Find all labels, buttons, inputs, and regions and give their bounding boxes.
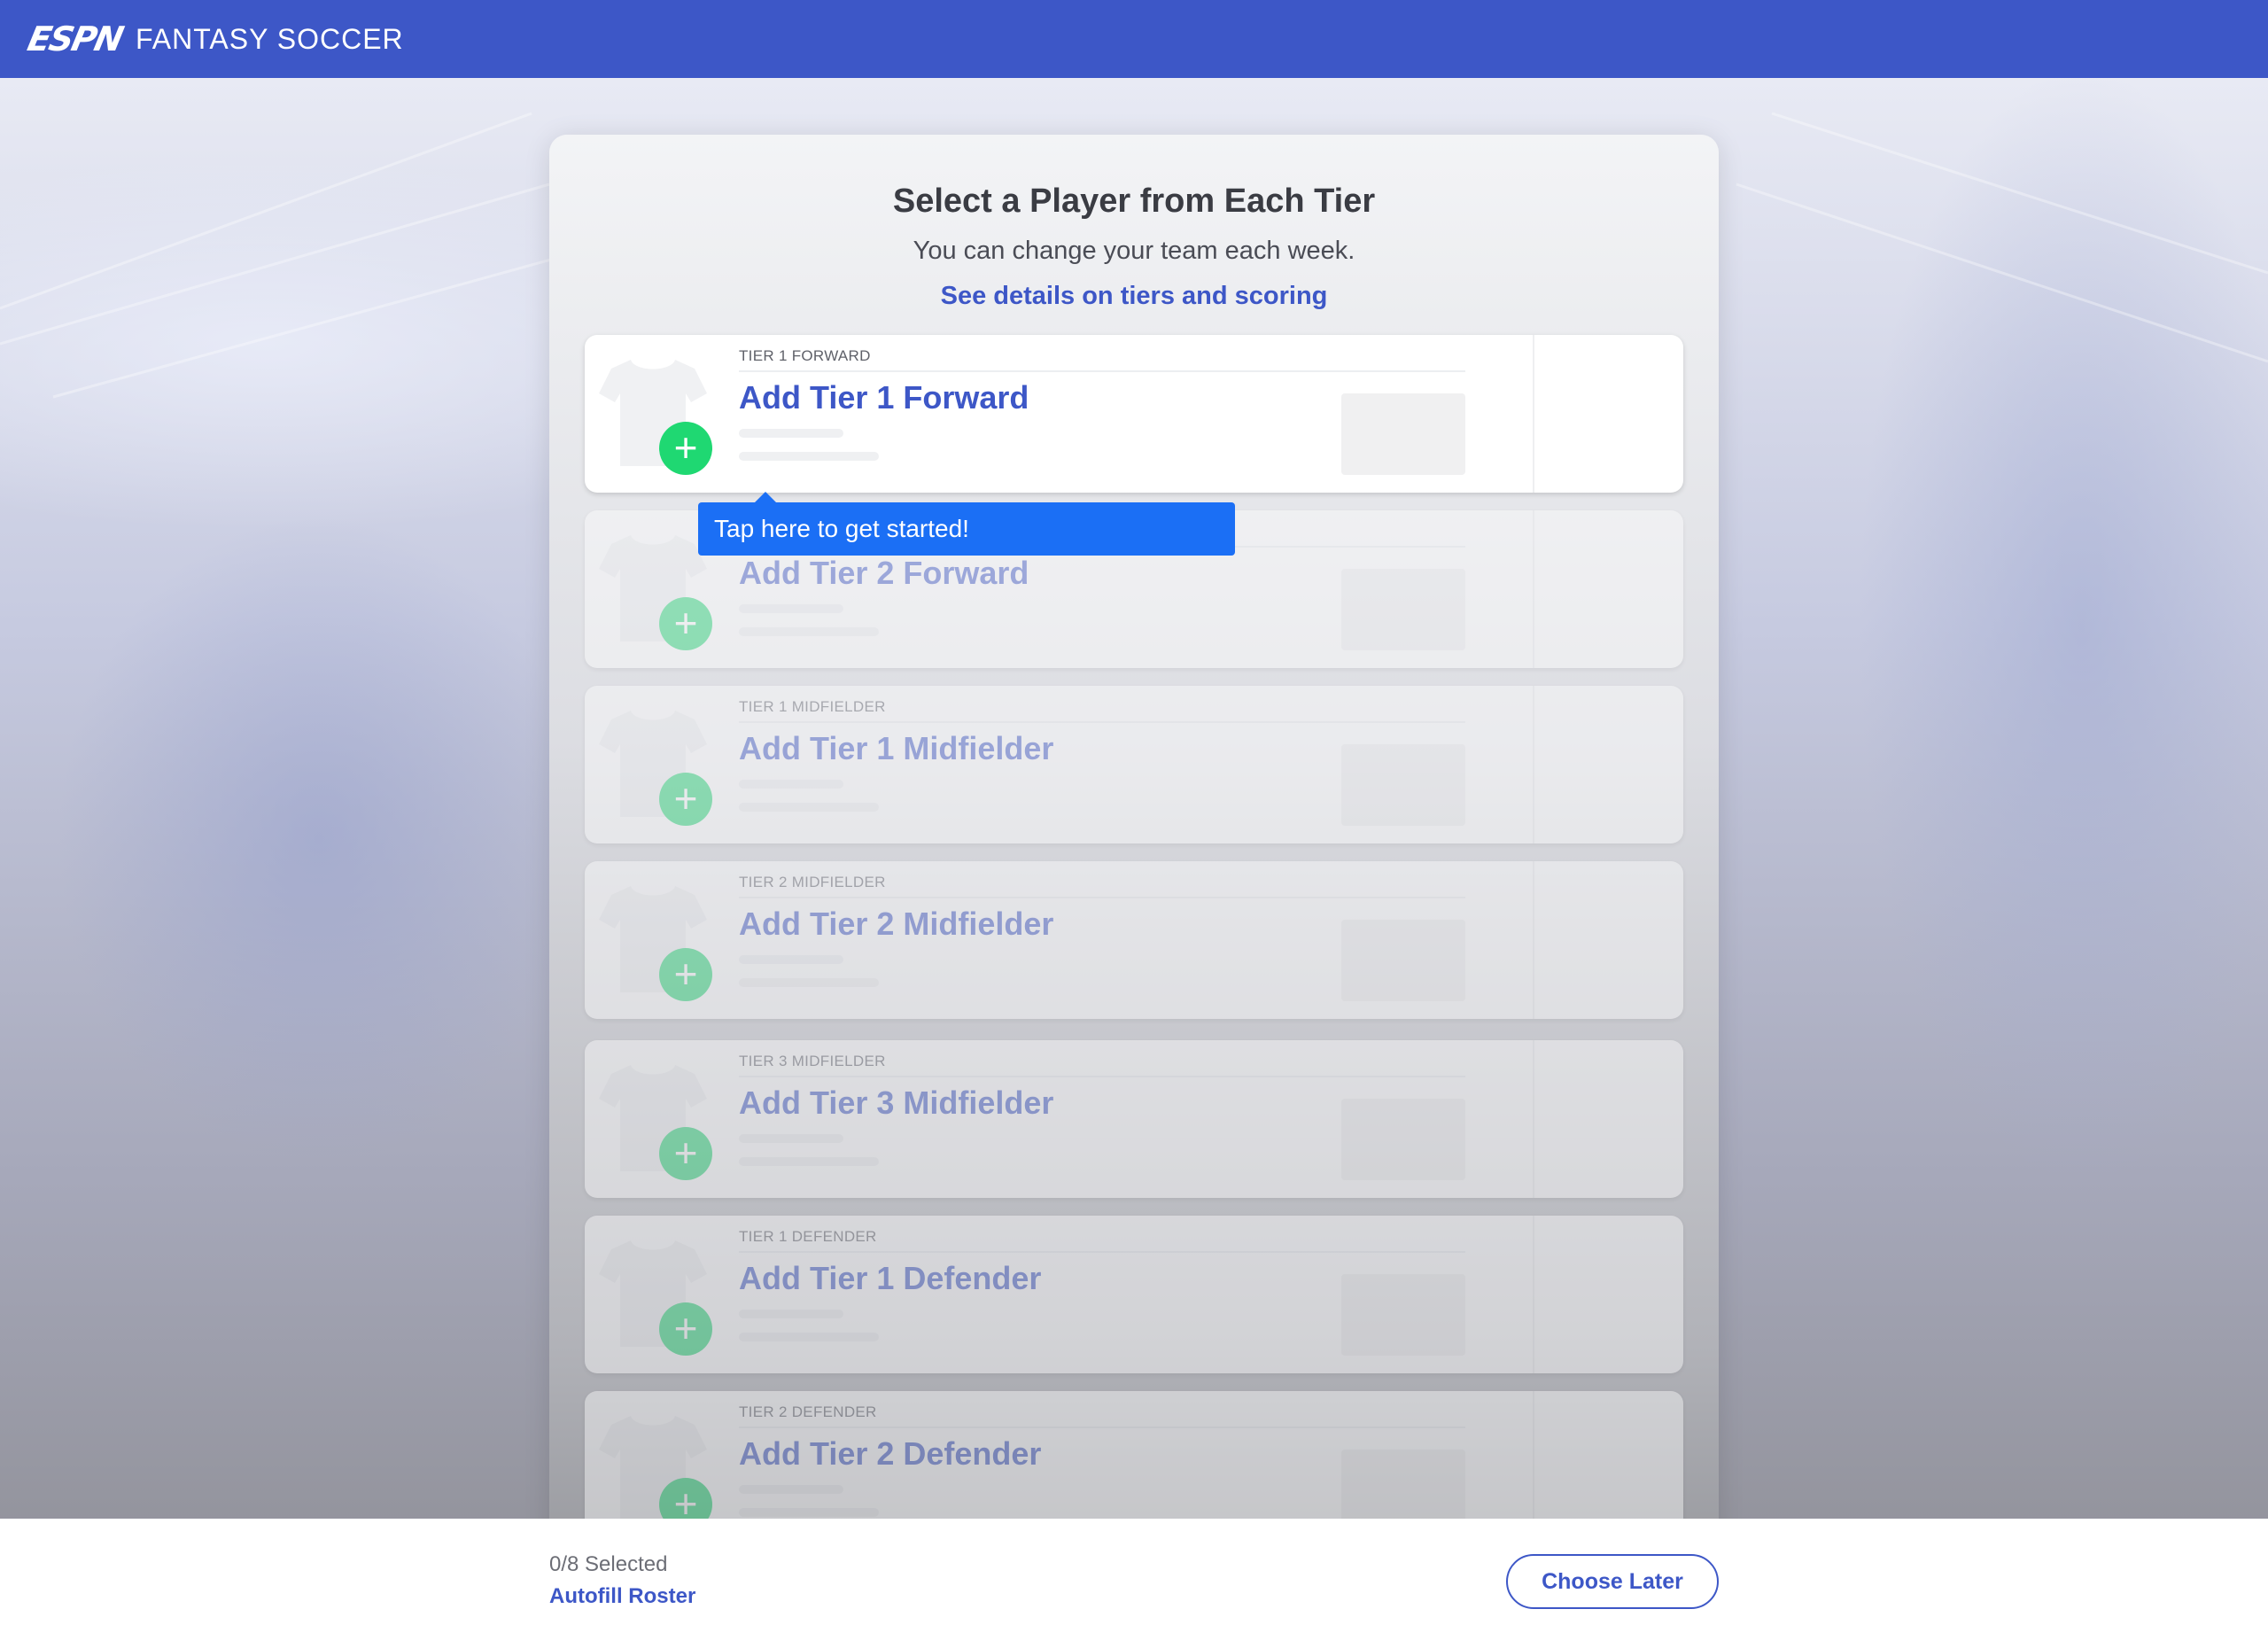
placeholder-line [739, 604, 843, 613]
tier-label: TIER 2 DEFENDER [739, 1403, 877, 1420]
placeholder-line [739, 978, 879, 987]
tier-label: TIER 1 FORWARD [739, 347, 871, 364]
add-player-button[interactable]: + [659, 948, 712, 1001]
plus-icon: + [673, 774, 698, 821]
tiers-scoring-link[interactable]: See details on tiers and scoring [941, 282, 1328, 311]
espn-logo: ESPN [24, 19, 126, 58]
add-player-button[interactable]: + [659, 773, 712, 826]
placeholder-stats-box [1341, 393, 1465, 475]
tier-label: TIER 3 MIDFIELDER [739, 1053, 886, 1069]
slot-column-divider [1533, 1040, 1534, 1198]
tier-label: TIER 1 MIDFIELDER [739, 698, 886, 715]
slot-column-divider [1533, 335, 1534, 493]
placeholder-line [739, 803, 879, 812]
placeholder-stats-box [1341, 920, 1465, 1001]
add-player-button[interactable]: + [659, 597, 712, 650]
add-tier-player-link[interactable]: Add Tier 2 Forward [739, 555, 1029, 592]
placeholder-line [739, 627, 879, 636]
placeholder-line [739, 1333, 879, 1341]
placeholder-line [739, 1508, 879, 1517]
add-player-button[interactable]: + [659, 1302, 712, 1356]
app-title: FANTASY SOCCER [135, 22, 404, 55]
placeholder-stats-box [1341, 1274, 1465, 1356]
add-tier-player-link[interactable]: Add Tier 2 Midfielder [739, 906, 1053, 943]
tier-divider [739, 721, 1465, 723]
card-header: Select a Player from Each Tier You can c… [549, 135, 1719, 311]
plus-icon: + [673, 1129, 698, 1176]
plus-icon: + [673, 599, 698, 646]
placeholder-line [739, 452, 879, 461]
tier-slot[interactable]: + TIER 2 MIDFIELDER Add Tier 2 Midfielder [585, 861, 1683, 1019]
placeholder-stats-box [1341, 569, 1465, 650]
add-tier-player-link[interactable]: Add Tier 3 Midfielder [739, 1084, 1053, 1122]
placeholder-line [739, 955, 843, 964]
slot-column-divider [1533, 861, 1534, 1019]
choose-later-button[interactable]: Choose Later [1506, 1554, 1719, 1609]
slot-column-divider [1533, 686, 1534, 843]
get-started-tooltip: Tap here to get started! [698, 492, 1235, 556]
placeholder-line [739, 780, 843, 789]
add-tier-player-link[interactable]: Add Tier 2 Defender [739, 1435, 1041, 1473]
page-subtitle: You can change your team each week. [913, 237, 1355, 265]
placeholder-line [739, 1310, 843, 1318]
slot-column-divider [1533, 1216, 1534, 1373]
tier-slot[interactable]: + TIER 1 FORWARD Add Tier 1 Forward [585, 335, 1683, 493]
placeholder-line [739, 1134, 843, 1143]
add-tier-player-link[interactable]: Add Tier 1 Forward [739, 379, 1029, 416]
placeholder-line [739, 1157, 879, 1166]
app-header: ESPN FANTASY SOCCER [0, 0, 2268, 78]
autofill-roster-link[interactable]: Autofill Roster [549, 1584, 695, 1609]
tier-divider [739, 1426, 1465, 1428]
add-tier-player-link[interactable]: Add Tier 1 Midfielder [739, 730, 1053, 767]
plus-icon: + [673, 1480, 698, 1527]
plus-icon: + [673, 424, 698, 470]
add-tier-player-link[interactable]: Add Tier 1 Defender [739, 1260, 1041, 1297]
tier-divider [739, 1076, 1465, 1077]
tier-label: TIER 2 MIDFIELDER [739, 874, 886, 890]
tier-label: TIER 1 DEFENDER [739, 1228, 877, 1245]
placeholder-stats-box [1341, 744, 1465, 826]
page-title: Select a Player from Each Tier [892, 183, 1376, 220]
tier-slot[interactable]: + TIER 1 MIDFIELDER Add Tier 1 Midfielder [585, 686, 1683, 843]
plus-icon: + [673, 1304, 698, 1351]
placeholder-line [739, 1485, 843, 1494]
add-player-button[interactable]: + [659, 1127, 712, 1180]
tier-slot[interactable]: + TIER 3 MIDFIELDER Add Tier 3 Midfielder [585, 1040, 1683, 1198]
plus-icon: + [673, 950, 698, 997]
placeholder-stats-box [1341, 1099, 1465, 1180]
selected-count: 0/8 Selected [549, 1552, 668, 1576]
tier-divider [739, 370, 1465, 372]
tier-divider [739, 1251, 1465, 1253]
add-player-button[interactable]: + [659, 422, 712, 475]
footer-bar: 0/8 Selected Autofill Roster Choose Late… [0, 1519, 2268, 1648]
tier-slot[interactable]: + TIER 1 DEFENDER Add Tier 1 Defender [585, 1216, 1683, 1373]
placeholder-line [739, 429, 843, 438]
slot-column-divider [1533, 510, 1534, 668]
espn-fantasy-soccer-logo[interactable]: ESPN FANTASY SOCCER [24, 19, 404, 58]
tier-divider [739, 897, 1465, 898]
